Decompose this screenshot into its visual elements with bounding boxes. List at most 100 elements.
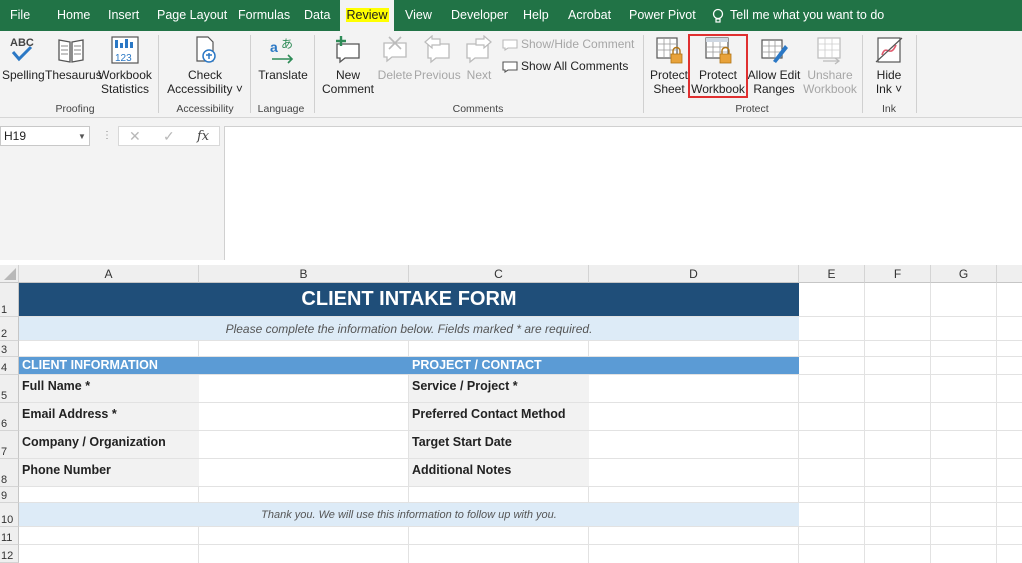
formula-bar-grip-icon[interactable]: ⋮ [102, 130, 112, 141]
row-header-11[interactable]: 11 [0, 527, 19, 545]
formula-input[interactable] [224, 126, 1022, 260]
select-all-triangle-icon [4, 268, 16, 280]
hide-ink-button[interactable]: Hide Ink ˅ [868, 35, 910, 96]
enter-icon[interactable]: ✓ [163, 128, 175, 145]
row-header-5[interactable]: 5 [0, 375, 19, 403]
row-header-1[interactable]: 1 [0, 283, 19, 317]
delete-comment-button[interactable]: Delete [376, 35, 414, 82]
row-header-7[interactable]: 7 [0, 431, 19, 459]
tab-data[interactable]: Data [304, 0, 330, 31]
row-header-12[interactable]: 12 [0, 545, 19, 563]
company-organization-label[interactable]: Company / Organization [19, 431, 199, 458]
protect-sheet-label-2: Sheet [653, 82, 685, 96]
row-header-4[interactable]: 4 [0, 357, 19, 375]
phone-number-label[interactable]: Phone Number [19, 459, 199, 486]
additional-notes-label[interactable]: Additional Notes [409, 459, 589, 486]
tab-review-label: Review [345, 8, 389, 22]
protect-group-label: Protect [735, 103, 769, 115]
previous-comment-label: Previous [414, 68, 461, 82]
language-group-label: Language [257, 103, 305, 115]
column-header-c[interactable]: C [409, 265, 589, 283]
protect-sheet-label-1: Protect [649, 68, 688, 82]
hide-ink-icon [875, 37, 903, 63]
form-subtitle[interactable]: Please complete the information below. F… [19, 317, 799, 340]
delete-comment-label: Delete [377, 68, 413, 82]
unshare-workbook-icon [817, 37, 841, 65]
formula-bar: H19 ▼ ⋮ ✕ ✓ fx [0, 118, 1022, 260]
tab-help[interactable]: Help [523, 0, 549, 31]
tell-me-search[interactable]: Tell me what you want to do [712, 0, 884, 31]
cancel-icon[interactable]: ✕ [129, 128, 141, 145]
column-header-e[interactable]: E [799, 265, 865, 283]
row-header-2[interactable]: 2 [0, 317, 19, 341]
translate-label: Translate [258, 68, 308, 82]
insert-function-icon[interactable]: fx [197, 129, 209, 144]
gridline [19, 340, 1022, 341]
new-comment-button[interactable]: New Comment [320, 35, 376, 96]
tab-developer[interactable]: Developer [451, 0, 508, 31]
unshare-workbook-label-1: Unshare [807, 68, 853, 82]
allow-edit-ranges-label-1: Allow Edit [747, 68, 801, 82]
select-all-corner[interactable] [0, 265, 19, 283]
full-name-label[interactable]: Full Name * [19, 375, 199, 402]
show-all-comments-button[interactable]: Show All Comments [502, 58, 628, 74]
check-accessibility-button[interactable]: Check Accessibility ˅ [166, 35, 244, 96]
form-title[interactable]: CLIENT INTAKE FORM [19, 283, 799, 316]
email-address-label[interactable]: Email Address * [19, 403, 199, 430]
group-separator [916, 35, 917, 113]
protect-sheet-button[interactable]: Protect Sheet [649, 35, 689, 96]
tab-page-layout[interactable]: Page Layout [157, 0, 227, 31]
column-header-f[interactable]: F [865, 265, 931, 283]
tab-home[interactable]: Home [57, 0, 90, 31]
column-header-a[interactable]: A [19, 265, 199, 283]
column-header-b[interactable]: B [199, 265, 409, 283]
delete-comment-icon [383, 36, 407, 63]
name-box[interactable]: H19 [0, 126, 90, 146]
gridline [19, 544, 1022, 545]
target-start-date-label[interactable]: Target Start Date [409, 431, 589, 458]
tab-insert[interactable]: Insert [108, 0, 139, 31]
tab-view[interactable]: View [405, 0, 432, 31]
row-header-9[interactable]: 9 [0, 487, 19, 503]
tab-acrobat[interactable]: Acrobat [568, 0, 611, 31]
new-comment-label-2: Comment [321, 82, 374, 96]
allow-edit-ranges-icon [761, 39, 788, 63]
translate-button[interactable]: a あ Translate [256, 35, 310, 82]
allow-edit-ranges-label-2: Ranges [753, 82, 795, 96]
protect-workbook-highlight [688, 34, 748, 98]
ink-group-label: Ink [881, 103, 896, 115]
column-header-g[interactable]: G [931, 265, 997, 283]
previous-comment-button[interactable]: Previous [414, 35, 461, 82]
workbook-statistics-button[interactable]: 123 Workbook Statistics [98, 35, 152, 96]
workbook-statistics-label-2: Statistics [100, 82, 149, 96]
accessibility-check-icon [196, 36, 216, 63]
tab-review[interactable]: Review [340, 0, 394, 31]
tab-power-pivot[interactable]: Power Pivot [629, 0, 696, 31]
lightbulb-icon [712, 8, 724, 23]
next-comment-button[interactable]: Next [462, 35, 496, 82]
project-contact-header[interactable]: PROJECT / CONTACT [409, 357, 799, 374]
row-header-8[interactable]: 8 [0, 459, 19, 487]
worksheet-grid[interactable]: A B C D E F G 1 2 3 4 5 6 7 8 9 10 11 12… [0, 262, 1022, 563]
thesaurus-button[interactable]: Thesaurus [45, 35, 102, 82]
name-box-dropdown-icon[interactable]: ▼ [78, 132, 86, 141]
row-header-10[interactable]: 10 [0, 503, 19, 527]
service-project-label[interactable]: Service / Project * [409, 375, 589, 402]
tell-me-text: Tell me what you want to do [730, 8, 885, 22]
tab-file[interactable]: File [10, 0, 30, 31]
check-accessibility-label-1: Check [187, 68, 222, 82]
tab-formulas[interactable]: Formulas [238, 0, 290, 31]
spelling-button[interactable]: ABC Spelling [2, 35, 45, 82]
row-header-3[interactable]: 3 [0, 341, 19, 357]
column-header-d[interactable]: D [589, 265, 799, 283]
allow-edit-ranges-button[interactable]: Allow Edit Ranges [746, 35, 802, 96]
form-footer[interactable]: Thank you. We will use this information … [19, 503, 799, 526]
unshare-workbook-button[interactable]: Unshare Workbook [802, 35, 858, 96]
show-hide-comment-button[interactable]: Show/Hide Comment [502, 36, 634, 52]
preferred-contact-method-label[interactable]: Preferred Contact Method [409, 403, 589, 430]
client-information-header[interactable]: CLIENT INFORMATION [19, 357, 409, 374]
comments-group-label: Comments [452, 103, 504, 115]
column-header-h[interactable] [997, 265, 1022, 283]
group-separator [862, 35, 863, 113]
row-header-6[interactable]: 6 [0, 403, 19, 431]
